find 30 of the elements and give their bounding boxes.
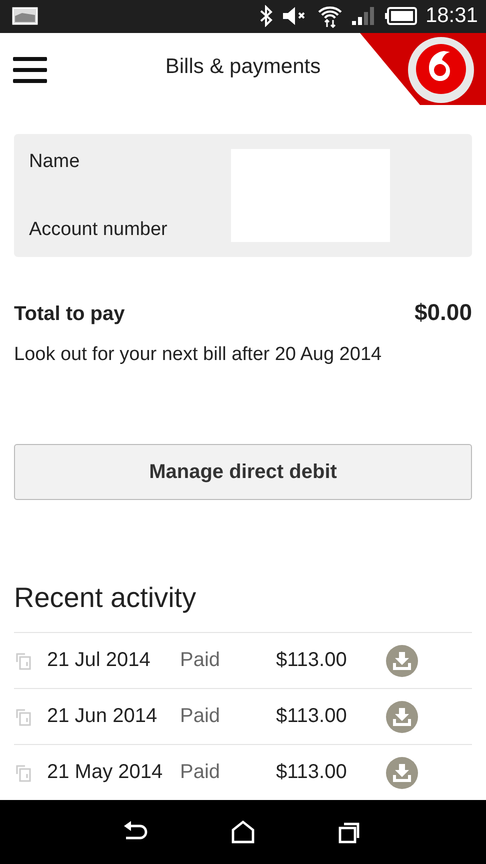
home-icon[interactable]	[230, 820, 255, 844]
field-label: Name	[29, 150, 81, 173]
wifi-icon	[317, 4, 344, 28]
download-icon[interactable]	[386, 700, 418, 733]
bill-amount: $113.00	[276, 705, 348, 728]
image-icon	[12, 7, 38, 26]
download-icon[interactable]	[386, 756, 418, 789]
page-title: Bills & payments	[165, 54, 321, 79]
bill-status: Paid	[180, 649, 222, 672]
section-heading: Recent activity	[14, 582, 198, 614]
copy-icon	[14, 762, 34, 783]
clock-time: 18:31	[425, 4, 478, 28]
bluetooth-icon	[259, 5, 274, 28]
bill-status: Paid	[180, 705, 222, 728]
bill-date: 21 Jul 2014	[47, 649, 152, 672]
bill-status: Paid	[180, 761, 222, 784]
total-label: Total to pay	[14, 303, 125, 326]
bill-amount: $113.00	[276, 761, 348, 784]
download-icon[interactable]	[386, 644, 418, 677]
total-amount: $0.00	[414, 299, 472, 326]
copy-icon	[14, 706, 34, 727]
field-label: Account number	[29, 218, 168, 241]
bill-date: 21 Jun 2014	[47, 705, 158, 728]
manage-direct-debit-button[interactable]: Manage direct debit	[14, 444, 472, 500]
battery-icon	[385, 7, 418, 26]
copy-icon	[14, 650, 34, 671]
bill-date: 21 May 2014	[47, 761, 164, 784]
next-bill-note: Look out for your next bill after 20 Aug 2014	[14, 344, 383, 366]
bill-amount: $113.00	[276, 649, 348, 672]
menu-icon[interactable]	[13, 56, 47, 84]
